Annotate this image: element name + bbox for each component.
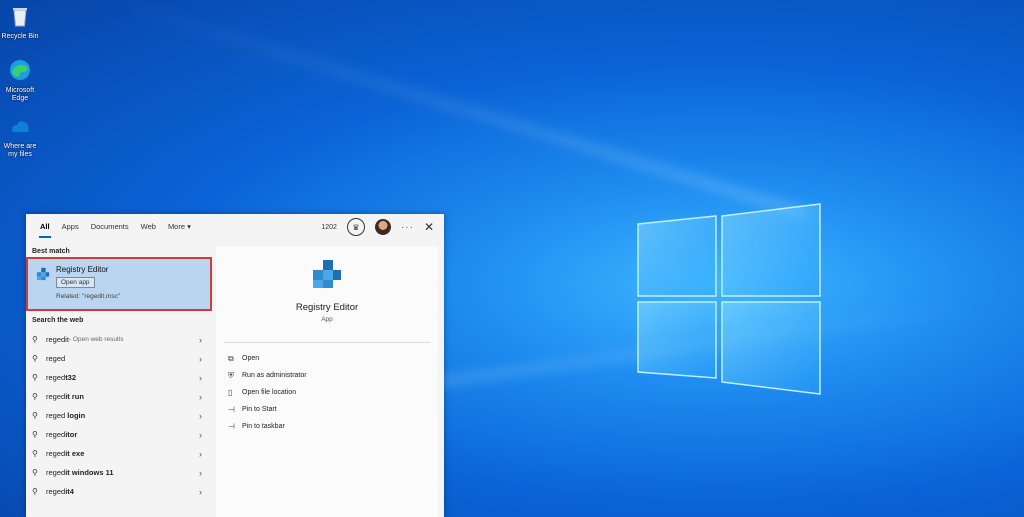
chevron-right-icon: › — [199, 429, 202, 440]
action-open-file-location[interactable]: ▯ Open file location — [228, 384, 307, 401]
best-match-name: Registry Editor — [56, 265, 109, 274]
search-icon: ⚲ — [32, 430, 38, 439]
desktop-icon-edge[interactable]: Microsoft Edge — [0, 58, 40, 103]
results-list: Best match Registry Editor Open app Rela… — [26, 244, 214, 517]
action-label: Open file location — [242, 389, 297, 396]
web-result-query: reged — [46, 392, 66, 401]
preview-app-type: App — [321, 316, 333, 323]
search-icon: ⚲ — [32, 392, 38, 401]
web-result-row[interactable]: ⚲ reged itor › — [26, 425, 214, 444]
search-icon: ⚲ — [32, 335, 38, 344]
chevron-right-icon: › — [199, 448, 202, 459]
web-result-suffix: it windows 11 — [65, 468, 114, 477]
divider — [224, 342, 430, 343]
web-result-suffix: it4 — [65, 487, 74, 496]
edge-icon — [10, 60, 30, 80]
close-icon[interactable]: ✕ — [424, 220, 434, 234]
web-result-suffix: login — [67, 411, 86, 420]
best-match-result[interactable]: Registry Editor Open app Related: "reged… — [26, 257, 212, 311]
action-pin-to-taskbar[interactable]: ⊣ Pin to taskbar — [228, 418, 307, 435]
web-result-query: reged — [46, 411, 68, 420]
open-app-button[interactable]: Open app — [56, 277, 95, 288]
web-result-suffix: t32 — [65, 373, 77, 382]
web-result-query: reged — [46, 354, 66, 363]
tab-documents[interactable]: Documents — [85, 214, 135, 240]
registry-editor-icon — [313, 260, 341, 288]
web-result-suffix: itor — [65, 430, 78, 439]
action-open[interactable]: ⧉ Open — [228, 350, 307, 367]
tab-more[interactable]: More ▾ — [162, 214, 197, 240]
web-result-query: regedit — [46, 335, 69, 344]
preview-pane: Registry Editor App ⧉ Open ⛨ Run as admini… — [216, 246, 438, 517]
tab-apps[interactable]: Apps — [56, 214, 85, 240]
web-result-row[interactable]: ⚲ reged t32 › — [26, 368, 214, 387]
search-icon: ⚲ — [32, 354, 38, 363]
web-result-row[interactable]: ⚲ reged it windows 11 › — [26, 463, 214, 482]
action-label: Run as administrator — [242, 372, 307, 379]
pin-icon: ⊣ — [228, 405, 235, 414]
search-icon: ⚲ — [32, 487, 38, 496]
web-result-query: reged — [46, 373, 66, 382]
desktop-icon-label: Microsoft Edge — [5, 87, 35, 102]
registry-editor-icon — [36, 267, 50, 281]
search-panel: All Apps Documents Web More ▾ 1202 ♛ ···… — [26, 214, 444, 517]
rewards-icon[interactable]: ♛ — [346, 218, 365, 236]
action-label: Open — [242, 355, 260, 362]
recycle-bin-icon — [13, 8, 27, 27]
action-pin-to-start[interactable]: ⊣ Pin to Start — [228, 401, 307, 418]
web-result-subtext: - Open web results — [68, 336, 124, 343]
web-results: ⚲ regedit - Open web results › ⚲ reged › ⚲ re… — [26, 330, 214, 501]
chevron-right-icon: › — [199, 410, 202, 421]
web-result-suffix: it exe — [65, 449, 85, 458]
web-result-row[interactable]: ⚲ reged it exe › — [26, 444, 214, 463]
action-run-as-administrator[interactable]: ⛨ Run as administrator — [228, 367, 307, 384]
web-result-row[interactable]: ⚲ regedit - Open web results › — [26, 330, 214, 349]
best-match-heading: Best match — [32, 248, 70, 255]
file-location-icon: ▯ — [228, 388, 233, 397]
open-icon: ⧉ — [228, 353, 234, 363]
web-result-row[interactable]: ⚲ reged › — [26, 349, 214, 368]
search-icon: ⚲ — [32, 449, 38, 458]
windows-logo — [637, 203, 821, 395]
action-label: Pin to Start — [242, 406, 277, 413]
chevron-right-icon: › — [199, 353, 202, 364]
preview-app-name: Registry Editor — [295, 302, 359, 313]
best-match-related: Related: "regedit.msc" — [56, 293, 121, 300]
onedrive-icon — [12, 121, 29, 132]
avatar[interactable] — [374, 219, 391, 235]
web-result-query: reged — [46, 449, 66, 458]
desktop-icon-where-are-my-files[interactable]: Where are my files — [0, 114, 40, 159]
web-result-suffix: it run — [65, 392, 84, 401]
rewards-points[interactable]: 1202 — [321, 224, 337, 231]
chevron-right-icon: › — [199, 372, 202, 383]
chevron-right-icon: › — [199, 486, 202, 497]
web-result-row[interactable]: ⚲ reged it run › — [26, 387, 214, 406]
desktop-icon-recycle-bin[interactable]: Recycle Bin — [0, 4, 40, 41]
web-result-query: reged — [46, 430, 66, 439]
desktop-icon-label: Where are my files — [3, 143, 37, 158]
web-result-query: reged — [46, 487, 66, 496]
chevron-right-icon: › — [199, 467, 202, 478]
web-result-query: reged — [46, 468, 66, 477]
search-icon: ⚲ — [32, 373, 38, 382]
chevron-right-icon: › — [199, 334, 202, 345]
desktop-icon-label: Recycle Bin — [1, 33, 39, 40]
chevron-right-icon: › — [199, 391, 202, 402]
light-beam — [117, 0, 809, 219]
search-tabs: All Apps Documents Web More ▾ 1202 ♛ ···… — [26, 214, 444, 240]
web-heading: Search the web — [32, 317, 84, 324]
admin-icon: ⛨ — [228, 370, 234, 380]
pin-icon: ⊣ — [228, 422, 235, 431]
search-icon: ⚲ — [32, 411, 38, 420]
more-options-icon[interactable]: ··· — [401, 222, 414, 233]
web-result-row[interactable]: ⚲ reged it4 › — [26, 482, 214, 501]
preview-actions: ⧉ Open ⛨ Run as administrator ▯ Open file l… — [228, 350, 307, 435]
web-result-row[interactable]: ⚲ reged login › — [26, 406, 214, 425]
tab-web[interactable]: Web — [135, 214, 162, 240]
tab-all[interactable]: All — [34, 214, 56, 240]
action-label: Pin to taskbar — [242, 423, 285, 430]
search-icon: ⚲ — [32, 468, 38, 477]
